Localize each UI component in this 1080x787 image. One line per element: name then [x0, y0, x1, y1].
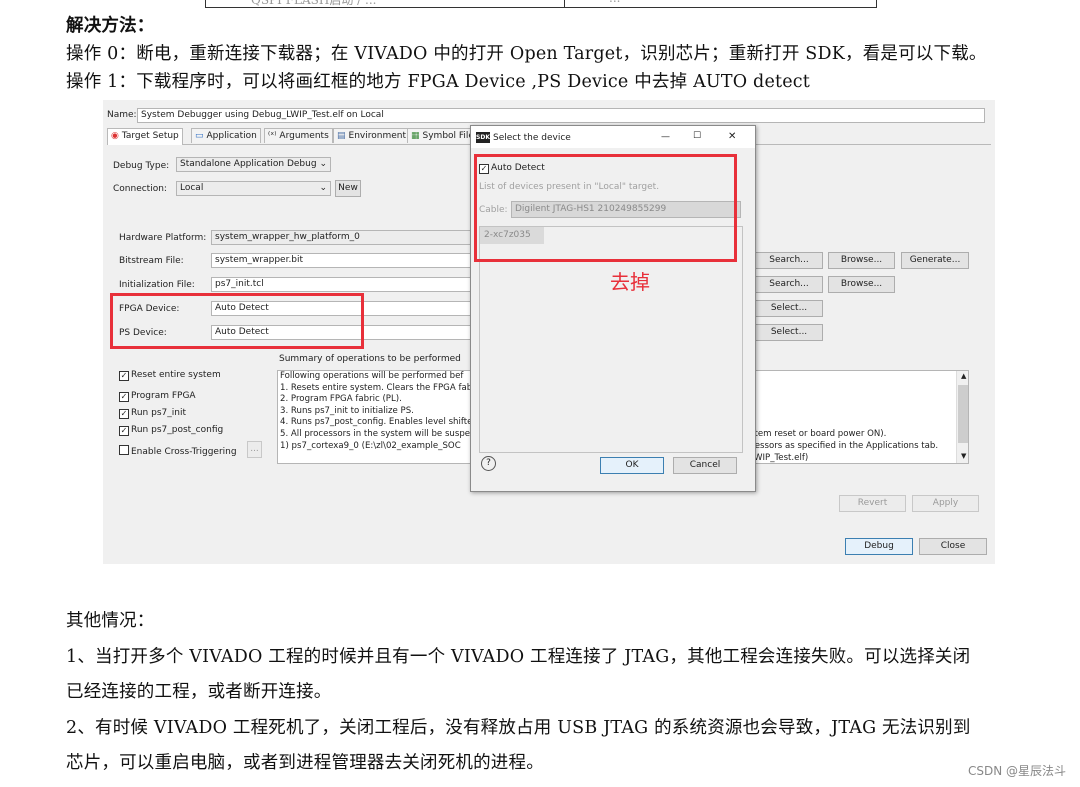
table-cell-text: QSPI FLASH启动 / ... [251, 0, 377, 7]
bitstream-field[interactable]: system_wrapper.bit [211, 253, 473, 268]
tab-label: Application [206, 131, 257, 141]
debug-type-select[interactable]: Standalone Application Debug ⌄ [176, 157, 331, 172]
maximize-icon[interactable]: ☐ [693, 131, 701, 141]
revert-button[interactable]: Revert [839, 495, 906, 512]
summary-line: LWIP_Test.elf) [750, 453, 809, 463]
environment-icon: ▤ [337, 131, 346, 141]
bitstream-search-button[interactable]: Search... [755, 252, 823, 269]
hardware-platform-label: Hardware Platform: [119, 233, 207, 243]
tab-symbol-file[interactable]: ▦ Symbol File [407, 128, 475, 143]
other-cases-heading: 其他情况： [66, 611, 155, 631]
program-fpga-checkbox[interactable]: ✓ Program FPGA [119, 391, 196, 402]
initialization-label: Initialization File: [119, 280, 195, 290]
step-1-text: 操作 1：下载程序时，可以将画红框的地方 FPGA Device ,PS Dev… [66, 72, 811, 92]
tab-label: Arguments [279, 131, 329, 141]
checkbox-label: Reset entire system [131, 370, 221, 380]
watermark: CSDN @星辰法斗 [967, 764, 1066, 778]
target-icon: ◉ [111, 131, 119, 141]
name-label: Name: [107, 110, 137, 120]
dialog-title-bar: SDK Select the device — ☐ ✕ [471, 126, 755, 148]
generate-button[interactable]: Generate... [901, 252, 969, 269]
tab-application[interactable]: ▭ Application [191, 128, 261, 143]
minimize-icon[interactable]: — [661, 132, 670, 142]
debug-configuration-screenshot: Name: System Debugger using Debug_LWIP_T… [103, 100, 995, 564]
table-cell: ... [564, 0, 874, 7]
table-cell-text: ... [609, 0, 620, 5]
connection-value: Local [180, 183, 204, 193]
ps-select-button[interactable]: Select... [755, 324, 823, 341]
initialization-field[interactable]: ps7_init.tcl [211, 277, 473, 292]
tab-arguments[interactable]: ⁽ˣ⁾ Arguments [264, 128, 333, 143]
tab-label: Environment [348, 131, 406, 141]
checkbox-label: Run ps7_init [131, 408, 186, 418]
highlight-box-devices [110, 293, 364, 349]
debug-type-label: Debug Type: [113, 161, 170, 171]
close-icon[interactable]: ✕ [728, 131, 736, 142]
checkbox-label: Run ps7_post_config [131, 425, 224, 435]
summary-title: Summary of operations to be performed [279, 354, 461, 364]
connection-label: Connection: [113, 184, 167, 194]
init-browse-button[interactable]: Browse... [828, 276, 895, 293]
checkbox-label: Enable Cross-Triggering [131, 447, 237, 457]
application-icon: ▭ [195, 131, 204, 141]
summary-scrollbar[interactable]: ▲ ▼ [956, 371, 968, 463]
name-field[interactable]: System Debugger using Debug_LWIP_Test.el… [137, 108, 985, 123]
help-icon[interactable]: ? [481, 456, 496, 471]
apply-button[interactable]: Apply [912, 495, 979, 512]
chevron-down-icon: ⌄ [319, 183, 327, 193]
case-1-line-2: 已经连接的工程，或者断开连接。 [66, 682, 332, 702]
close-button[interactable]: Close [919, 538, 987, 555]
cross-trigger-settings-button[interactable]: ... [247, 441, 262, 458]
scroll-up-icon[interactable]: ▲ [959, 371, 966, 383]
run-ps7-init-checkbox[interactable]: ✓ Run ps7_init [119, 408, 186, 419]
arguments-icon: ⁽ˣ⁾ [268, 131, 277, 141]
case-1-line-1: 1、当打开多个 VIVADO 工程的时候并且有一个 VIVADO 工程连接了 J… [66, 647, 971, 667]
checkbox-checked-icon: ✓ [119, 426, 129, 436]
checkbox-label: Program FPGA [131, 391, 196, 401]
tab-label: Symbol File [422, 131, 474, 141]
hardware-platform-field[interactable]: system_wrapper_hw_platform_0 [211, 230, 473, 245]
debug-type-value: Standalone Application Debug [180, 159, 317, 169]
new-connection-button[interactable]: New [335, 180, 361, 197]
run-ps7-post-config-checkbox[interactable]: ✓ Run ps7_post_config [119, 425, 223, 436]
bitstream-label: Bitstream File: [119, 256, 184, 266]
connection-select[interactable]: Local ⌄ [176, 181, 331, 196]
symbol-file-icon: ▦ [411, 131, 420, 141]
highlight-box-auto-detect [474, 154, 737, 262]
remove-annotation: 去掉 [610, 270, 650, 294]
tab-target-setup[interactable]: ◉ Target Setup [107, 128, 183, 145]
sdk-app-icon: SDK [476, 132, 490, 143]
step-0-text: 操作 0：断电，重新连接下载器；在 VIVADO 中的打开 Open Targe… [66, 44, 987, 64]
summary-line: cessors as specified in the Applications… [750, 441, 939, 451]
scroll-thumb[interactable] [958, 385, 968, 443]
summary-line: stem reset or board power ON). [750, 429, 887, 439]
init-search-button[interactable]: Search... [755, 276, 823, 293]
solution-heading: 解决方法： [66, 16, 155, 36]
case-2-line-1: 2、有时候 VIVADO 工程死机了，关闭工程后，没有释放占用 USB JTAG… [66, 718, 971, 738]
dialog-ok-button[interactable]: OK [600, 457, 664, 474]
table-cell: QSPI FLASH启动 / ... [206, 0, 565, 7]
fpga-select-button[interactable]: Select... [755, 300, 823, 317]
case-2-line-2: 芯片，可以重启电脑，或者到进程管理器去关闭死机的进程。 [66, 753, 544, 773]
bitstream-browse-button[interactable]: Browse... [828, 252, 895, 269]
tab-environment[interactable]: ▤ Environment [333, 128, 410, 143]
checkbox-checked-icon: ✓ [119, 371, 129, 381]
debug-button[interactable]: Debug [845, 538, 913, 555]
dialog-title: Select the device [493, 133, 571, 143]
chevron-down-icon: ⌄ [319, 159, 327, 169]
checkbox-checked-icon: ✓ [119, 392, 129, 402]
top-table-fragment: QSPI FLASH启动 / ... ... [205, 0, 877, 8]
scroll-down-icon[interactable]: ▼ [959, 451, 966, 463]
tab-label: Target Setup [121, 131, 179, 141]
reset-system-checkbox[interactable]: ✓ Reset entire system [119, 370, 221, 381]
checkbox-unchecked-icon [119, 445, 129, 455]
dialog-cancel-button[interactable]: Cancel [673, 457, 737, 474]
checkbox-checked-icon: ✓ [119, 409, 129, 419]
cross-triggering-checkbox[interactable]: Enable Cross-Triggering [119, 445, 237, 457]
